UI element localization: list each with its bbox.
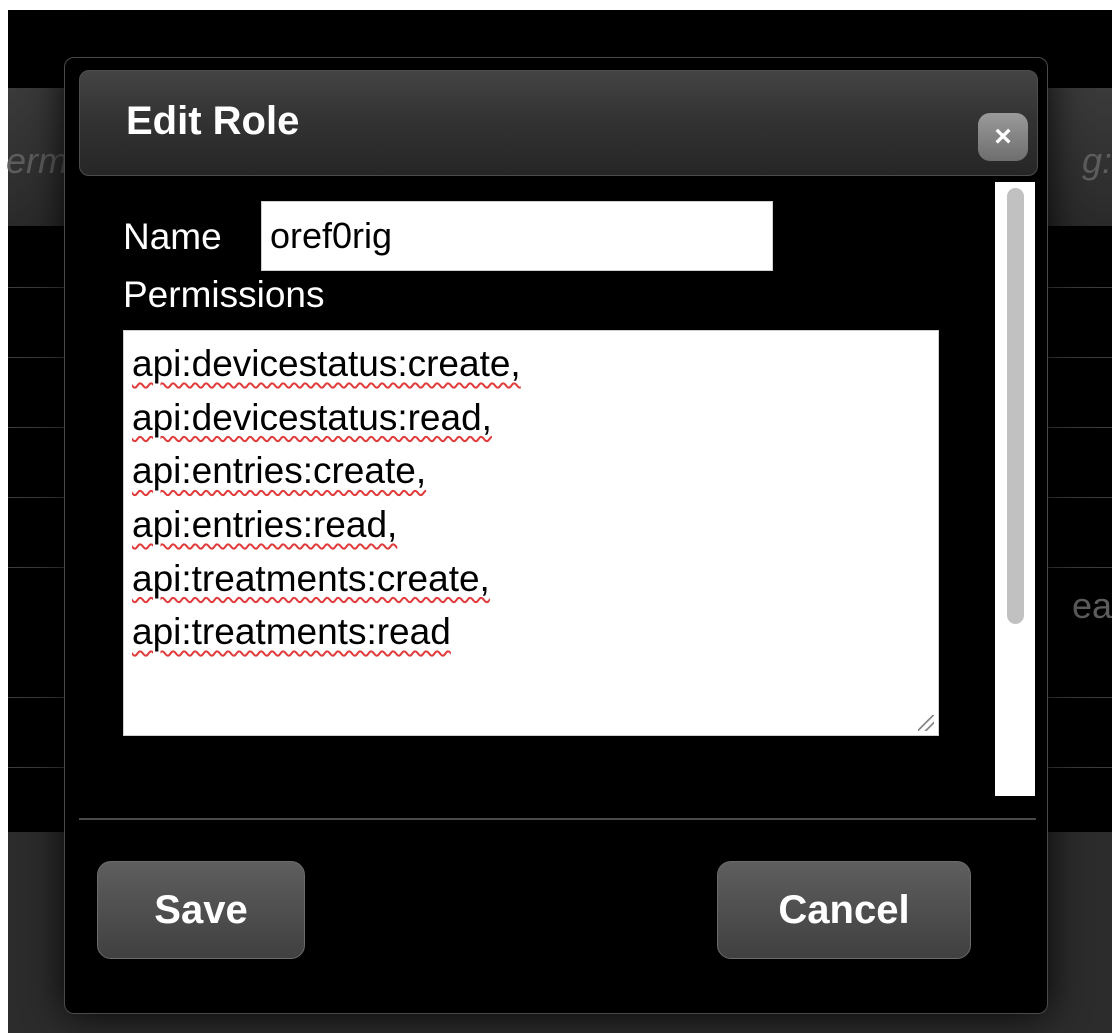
permissions-textarea[interactable]: api:devicestatus:create, api:devicestatu…	[123, 330, 939, 736]
dialog-title: Edit Role	[126, 99, 300, 143]
edit-role-dialog: Edit Role × Name Permissions api:devices…	[64, 57, 1048, 1014]
permission-line: api:treatments:read	[132, 611, 451, 653]
permission-line: api:devicestatus:read,	[132, 396, 492, 438]
footer-divider	[79, 818, 1036, 820]
dialog-scrollbar[interactable]	[995, 182, 1035, 796]
name-input[interactable]	[261, 201, 773, 271]
permission-line: api:entries:read,	[132, 503, 398, 545]
cancel-button[interactable]: Cancel	[717, 861, 971, 959]
name-label: Name	[123, 216, 222, 257]
permission-line: api:treatments:create,	[132, 557, 490, 599]
top-edge	[0, 0, 1112, 10]
background-text-fragment: erm	[6, 140, 68, 181]
save-button[interactable]: Save	[97, 861, 305, 959]
resize-grip-icon[interactable]	[918, 715, 934, 731]
background-text-fragment: g:	[1081, 140, 1112, 181]
permission-line: api:devicestatus:create,	[132, 343, 521, 384]
permission-line: api:entries:create,	[132, 450, 427, 492]
scrollbar-thumb[interactable]	[1007, 188, 1024, 624]
dialog-titlebar[interactable]: Edit Role ×	[79, 70, 1038, 176]
dialog-content: Name Permissions api:devicestatus:create…	[79, 176, 1019, 796]
permissions-label: Permissions	[123, 274, 325, 315]
background-text-fragment: ea	[1071, 585, 1112, 626]
close-button[interactable]: ×	[978, 113, 1028, 161]
close-icon: ×	[994, 120, 1012, 153]
